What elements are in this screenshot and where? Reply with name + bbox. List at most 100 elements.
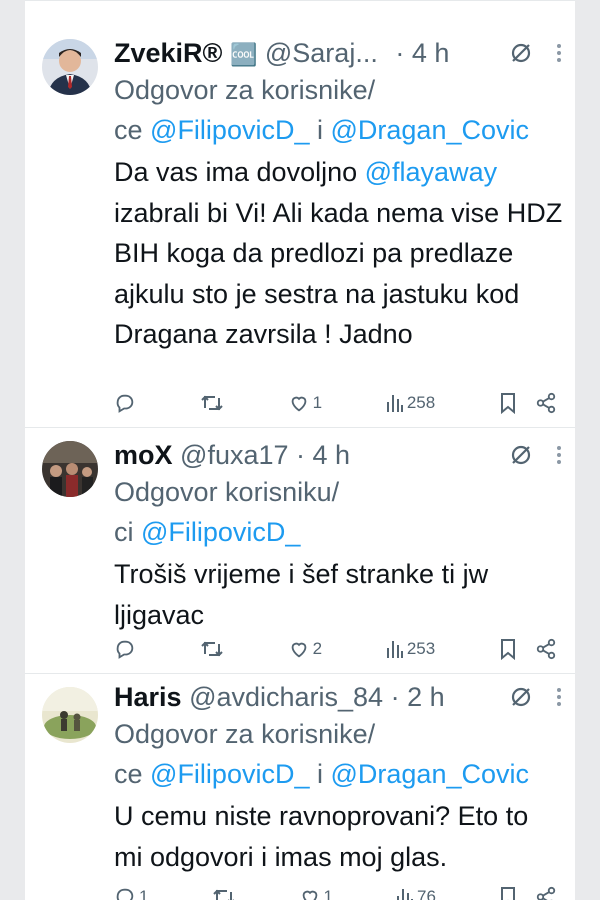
- views-button[interactable]: 253: [386, 639, 435, 659]
- share-icon[interactable]: [535, 392, 557, 414]
- cool-badge: 🆒: [229, 42, 258, 67]
- reply-prefix: Odgovor korisniku/: [114, 477, 340, 507]
- tweet-text-part: Da vas ima dovoljno: [114, 157, 365, 187]
- mention-link[interactable]: @FilipovicD_: [150, 115, 309, 145]
- like-button[interactable]: 1: [288, 392, 322, 414]
- reply-suffix: ci: [114, 517, 141, 547]
- retweet-button[interactable]: [200, 392, 224, 414]
- mention-link[interactable]: @FilipovicD_: [150, 759, 309, 789]
- like-count: 1: [312, 393, 323, 412]
- header-icons: [509, 438, 563, 472]
- tweet-item[interactable]: ZvekiR® 🆒 @Saraj... · 4 h Odgovor za kor…: [25, 24, 575, 428]
- tweet-content: Haris @avdicharis_84 · 2 h Odgovor za ko…: [114, 680, 563, 877]
- avatar[interactable]: [42, 687, 98, 743]
- reply-button[interactable]: [114, 638, 136, 660]
- share-icon[interactable]: [535, 886, 557, 900]
- action-bar: 1 258: [114, 388, 557, 418]
- action-group-right: [499, 392, 557, 414]
- tweet-text-part: izabrali bi Vi! Ali kada nema vise HDZ B…: [114, 197, 563, 350]
- views-icon: [386, 639, 404, 659]
- like-button[interactable]: 2: [288, 638, 322, 660]
- like-count: 1: [323, 887, 333, 900]
- views-button[interactable]: 258: [386, 393, 435, 413]
- mention-link[interactable]: @Dragan_Covic: [331, 115, 530, 145]
- reply-context: Odgovor za korisnike/ ce @FilipovicD_ i …: [114, 714, 563, 794]
- reply-count: 1: [139, 887, 149, 900]
- header-icons: [509, 36, 563, 70]
- bookmark-icon[interactable]: [499, 886, 517, 900]
- tweet-text: Trošiš vrijeme i šef stranke ti jw ljiga…: [114, 559, 489, 630]
- views-button[interactable]: 76: [396, 887, 436, 900]
- timestamp[interactable]: · 2 h: [391, 682, 445, 712]
- action-group-right: [499, 638, 557, 660]
- retweet-button[interactable]: [212, 886, 236, 900]
- views-icon: [386, 393, 404, 413]
- reply-suffix: ce: [114, 759, 151, 789]
- reply-icon: [114, 392, 136, 414]
- more-icon[interactable]: [555, 685, 563, 709]
- views-count: 258: [406, 393, 436, 412]
- mention-link[interactable]: @flayaway: [365, 157, 497, 187]
- reply-button[interactable]: 1: [114, 886, 148, 900]
- tweet-text: U cemu niste ravnoprovani? Eto to mi odg…: [114, 801, 529, 872]
- right-margin: [575, 0, 600, 900]
- retweet-button[interactable]: [200, 638, 224, 660]
- like-icon: [288, 392, 310, 414]
- retweet-icon: [200, 638, 224, 660]
- tweet-header: Haris @avdicharis_84 · 2 h: [114, 680, 563, 714]
- header-icons: [509, 680, 563, 714]
- reply-context: Odgovor za korisnike/ ce @FilipovicD_ i …: [114, 70, 563, 150]
- display-name[interactable]: Haris: [114, 682, 182, 712]
- divider: [25, 0, 575, 1]
- mute-icon[interactable]: [509, 443, 533, 467]
- like-button[interactable]: 1: [299, 886, 333, 900]
- share-icon[interactable]: [535, 638, 557, 660]
- timestamp[interactable]: · 4 h: [296, 440, 350, 470]
- display-name[interactable]: moX: [114, 440, 173, 470]
- mention-link[interactable]: @Dragan_Covic: [331, 759, 530, 789]
- user-handle[interactable]: @avdicharis_84: [189, 682, 383, 712]
- action-group-right: [499, 886, 557, 900]
- tweet-item[interactable]: moX @fuxa17 · 4 h Odgovor korisniku/ ci …: [25, 428, 575, 674]
- bookmark-icon[interactable]: [499, 392, 517, 414]
- views-icon: [396, 887, 414, 900]
- reply-joiner: i: [309, 759, 331, 789]
- views-count: 253: [406, 639, 436, 658]
- timestamp[interactable]: · 4 h: [395, 38, 449, 68]
- user-handle[interactable]: @fuxa17: [180, 440, 288, 470]
- tweet-text: Da vas ima dovoljno @flayaway izabrali b…: [114, 152, 563, 355]
- bookmark-icon[interactable]: [499, 638, 517, 660]
- more-icon[interactable]: [555, 41, 563, 65]
- mention-link[interactable]: @FilipovicD_: [141, 517, 300, 547]
- action-bar: 1 1 76: [114, 882, 557, 900]
- reply-feed: ZvekiR® 🆒 @Saraj... · 4 h Odgovor za kor…: [25, 0, 575, 900]
- views-count: 76: [417, 887, 436, 900]
- left-margin: [0, 0, 25, 900]
- tweet-content: moX @fuxa17 · 4 h Odgovor korisniku/ ci …: [114, 438, 563, 635]
- like-icon: [299, 886, 321, 900]
- more-icon[interactable]: [555, 443, 563, 467]
- tweet-header: moX @fuxa17 · 4 h: [114, 438, 563, 472]
- reply-icon: [114, 638, 136, 660]
- retweet-icon: [200, 392, 224, 414]
- retweet-icon: [212, 886, 236, 900]
- reply-joiner: i: [309, 115, 331, 145]
- display-name[interactable]: ZvekiR®: [114, 38, 222, 68]
- avatar[interactable]: [42, 39, 98, 95]
- reply-prefix: Odgovor za korisnike/: [114, 719, 376, 749]
- tweet-header: ZvekiR® 🆒 @Saraj... · 4 h: [114, 36, 563, 70]
- mute-icon[interactable]: [509, 41, 533, 65]
- like-icon: [288, 638, 310, 660]
- reply-button[interactable]: [114, 392, 136, 414]
- like-count: 2: [312, 639, 323, 658]
- reply-prefix: Odgovor za korisnike/: [114, 75, 376, 105]
- action-bar: 2 253: [114, 634, 557, 664]
- reply-suffix: ce: [114, 115, 151, 145]
- tweet-item[interactable]: Haris @avdicharis_84 · 2 h Odgovor za ko…: [25, 674, 575, 900]
- user-handle[interactable]: @Saraj...: [265, 38, 378, 68]
- reply-icon: [114, 886, 136, 900]
- reply-context: Odgovor korisniku/ ci @FilipovicD_: [114, 472, 563, 552]
- mute-icon[interactable]: [509, 685, 533, 709]
- avatar[interactable]: [42, 441, 98, 497]
- tweet-content: ZvekiR® 🆒 @Saraj... · 4 h Odgovor za kor…: [114, 36, 563, 355]
